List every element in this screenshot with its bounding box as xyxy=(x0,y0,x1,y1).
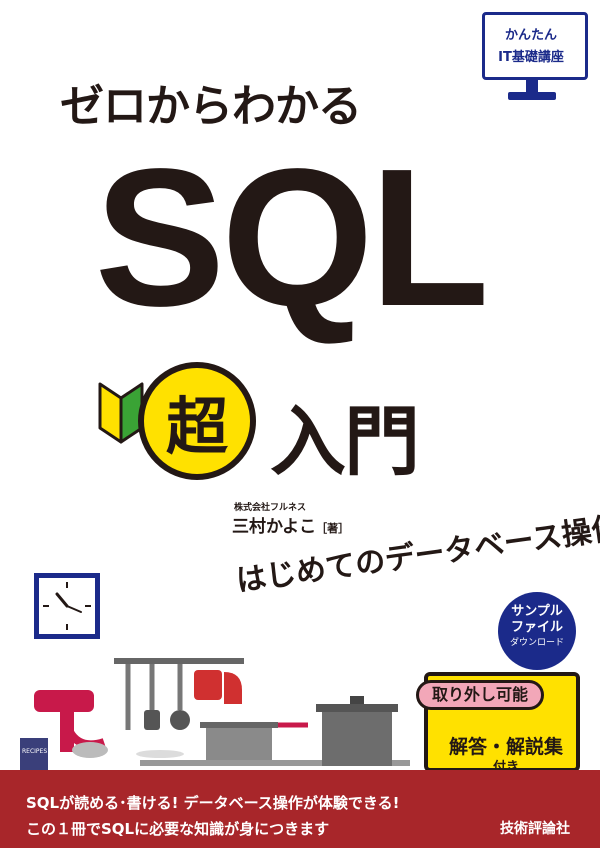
sample-badge-line2: ファイル xyxy=(510,620,563,635)
author-line: 三村かよこ［著］ xyxy=(232,512,349,537)
publisher-name: 技術評論社 xyxy=(500,821,570,837)
clock-icon xyxy=(34,573,100,639)
cover-subtitle: ゼロからわかる xyxy=(60,81,362,132)
series-badge-monitor: かんたん IT基礎講座 xyxy=(478,8,590,112)
sample-badge-line1: サンプル xyxy=(511,604,563,619)
author-name: 三村かよこ xyxy=(232,517,317,537)
utensil-rail xyxy=(114,658,244,664)
detachable-label: 取り外し可能 xyxy=(416,680,544,710)
pot-icon xyxy=(206,726,272,760)
super-char: 超 xyxy=(165,390,228,463)
cover-intro-text: 入門 xyxy=(270,397,420,486)
band-copy-line2: この１冊でSQLに必要な知識が身につきます xyxy=(26,820,330,838)
pot-holder-icon xyxy=(194,670,222,700)
clock-face xyxy=(43,582,91,630)
answer-book-title: 解答・解説集 xyxy=(448,736,563,758)
series-badge-line1: かんたん xyxy=(504,28,557,43)
author-role: ［著］ xyxy=(316,522,350,535)
band-copy-line1: SQLが読める･書ける! データベース操作が体験できる! xyxy=(26,794,400,812)
mixer-icon xyxy=(34,690,94,712)
recipes-label: RECIPES xyxy=(22,748,47,755)
super-char-circle: 超 xyxy=(138,362,256,480)
cover-main-title: SQL xyxy=(94,128,490,347)
stock-pot-icon xyxy=(322,710,392,766)
sample-badge-line3: ダウンロード xyxy=(509,638,564,648)
oven-mitt-icon xyxy=(224,672,242,704)
series-badge-line2: IT基礎講座 xyxy=(498,50,564,65)
monitor-base xyxy=(508,92,556,100)
monitor-neck xyxy=(526,80,538,92)
